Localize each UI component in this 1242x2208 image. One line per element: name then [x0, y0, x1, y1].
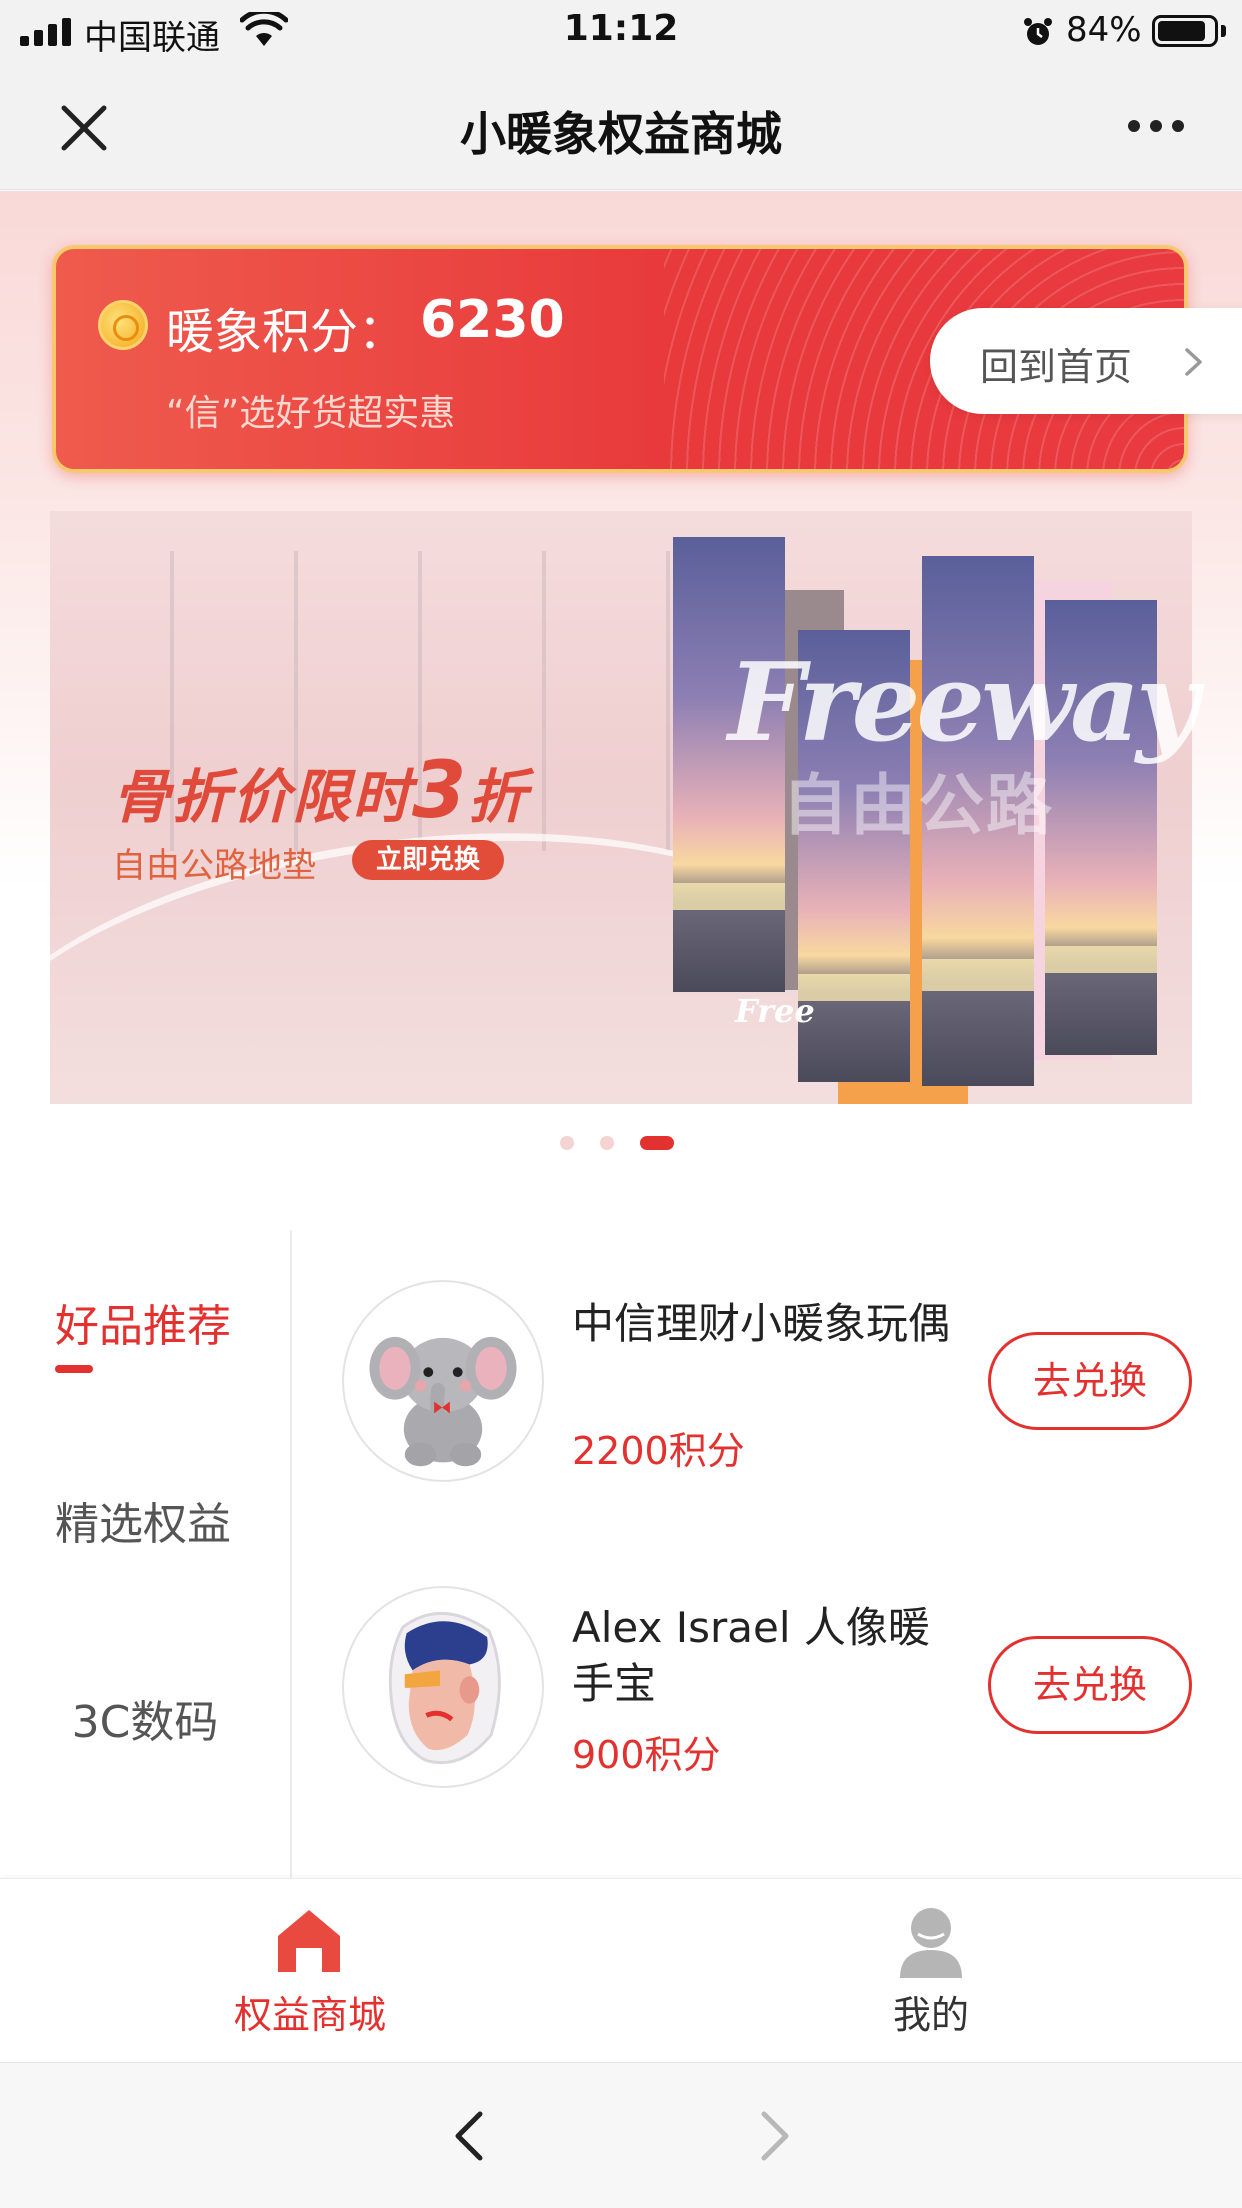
category-divider: [290, 1230, 292, 1880]
active-category-indicator: [55, 1365, 93, 1373]
back-icon[interactable]: [448, 2108, 492, 2164]
tab-mine[interactable]: 我的: [781, 1984, 1081, 2039]
banner-overlay-text: 自由公路: [782, 767, 1054, 844]
user-icon[interactable]: [896, 1906, 966, 1978]
alarm-icon: [1024, 18, 1052, 45]
portrait-hand-warmer-image: [388, 1612, 501, 1765]
points-label: 暖象积分：: [166, 304, 407, 360]
clock: 11:12: [563, 8, 679, 49]
banner-small-script: Free: [735, 992, 815, 1030]
browser-toolbar: [0, 2062, 1242, 2208]
chevron-right-icon[interactable]: [1182, 346, 1206, 378]
points-subtitle: “信”选好货超实惠: [166, 393, 456, 434]
battery-icon: [1152, 15, 1218, 47]
back-to-home-label[interactable]: 回到首页: [980, 336, 1132, 391]
product-image[interactable]: [342, 1586, 544, 1788]
redeem-button[interactable]: 去兑换: [988, 1332, 1192, 1430]
banner-subline: 自由公路地垫: [112, 846, 316, 886]
home-icon[interactable]: [274, 1906, 344, 1976]
product-name[interactable]: Alex Israel 人像暖手宝: [572, 1600, 952, 1712]
more-icon[interactable]: [1128, 114, 1188, 138]
status-bar: 中国联通 11:12 84%: [0, 0, 1242, 62]
product-image[interactable]: [342, 1280, 544, 1482]
category-featured[interactable]: 好品推荐: [0, 1290, 288, 1354]
points-value: 6230: [420, 290, 565, 350]
battery-percent: 84%: [1066, 10, 1142, 50]
tab-rights-mall[interactable]: 权益商城: [160, 1984, 460, 2039]
elephant-plush-image: [369, 1336, 517, 1467]
category-3c-digital[interactable]: 3C数码: [0, 1686, 290, 1750]
banner-script-text: Freeway: [728, 640, 1199, 766]
carousel-dot[interactable]: [560, 1136, 574, 1150]
redeem-button[interactable]: 去兑换: [988, 1636, 1192, 1734]
carousel-dot-active[interactable]: [640, 1136, 674, 1150]
forward-icon[interactable]: [752, 2108, 796, 2164]
carousel-dots: [560, 1136, 690, 1150]
banner-cta-button[interactable]: 立即兑换: [352, 840, 504, 880]
category-selected-benefits[interactable]: 精选权益: [0, 1488, 288, 1552]
page-title: 小暖象权益商城: [460, 107, 782, 161]
product-name[interactable]: 中信理财小暖象玩偶: [572, 1296, 952, 1352]
battery-tip: [1221, 25, 1226, 37]
banner-headline: 骨折价限时3折: [112, 746, 529, 836]
product-points: 900积分: [572, 1733, 721, 1777]
product-points: 2200积分: [572, 1429, 745, 1473]
nav-bar: 小暖象权益商城: [0, 62, 1242, 190]
coin-icon: [98, 300, 148, 350]
carousel-dot[interactable]: [600, 1136, 614, 1150]
